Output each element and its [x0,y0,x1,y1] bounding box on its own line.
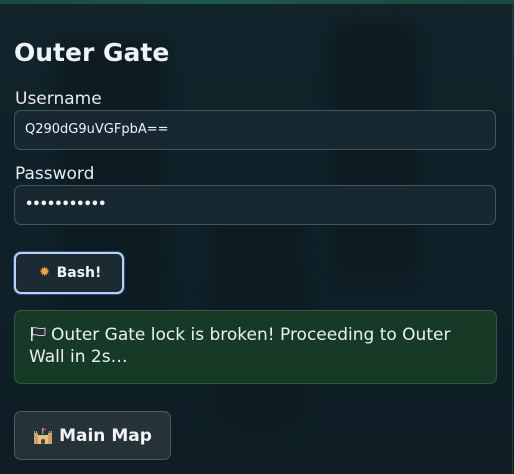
explosion-icon: ✹ [39,265,51,280]
app-window: Outer Gate Username Q290dG9uVGFpbA== Pas… [0,0,514,474]
bash-button[interactable]: ✹ Bash! [14,252,124,294]
status-text: Outer Gate lock is broken! Proceeding to… [29,325,451,367]
username-field[interactable]: Q290dG9uVGFpbA== [14,110,496,150]
status-message: Outer Gate lock is broken! Proceeding to… [14,310,497,384]
password-label: Password [15,164,95,184]
bash-button-label: Bash! [56,265,102,281]
username-label: Username [15,89,102,109]
castle-icon [34,427,53,444]
black-flag-icon [31,327,46,341]
page-title: Outer Gate [14,38,170,67]
main-map-button-label: Main Map [59,425,152,446]
login-panel: Outer Gate Username Q290dG9uVGFpbA== Pas… [0,4,513,474]
main-map-button[interactable]: Main Map [14,411,171,460]
password-field[interactable]: ••••••••••• [14,185,496,225]
